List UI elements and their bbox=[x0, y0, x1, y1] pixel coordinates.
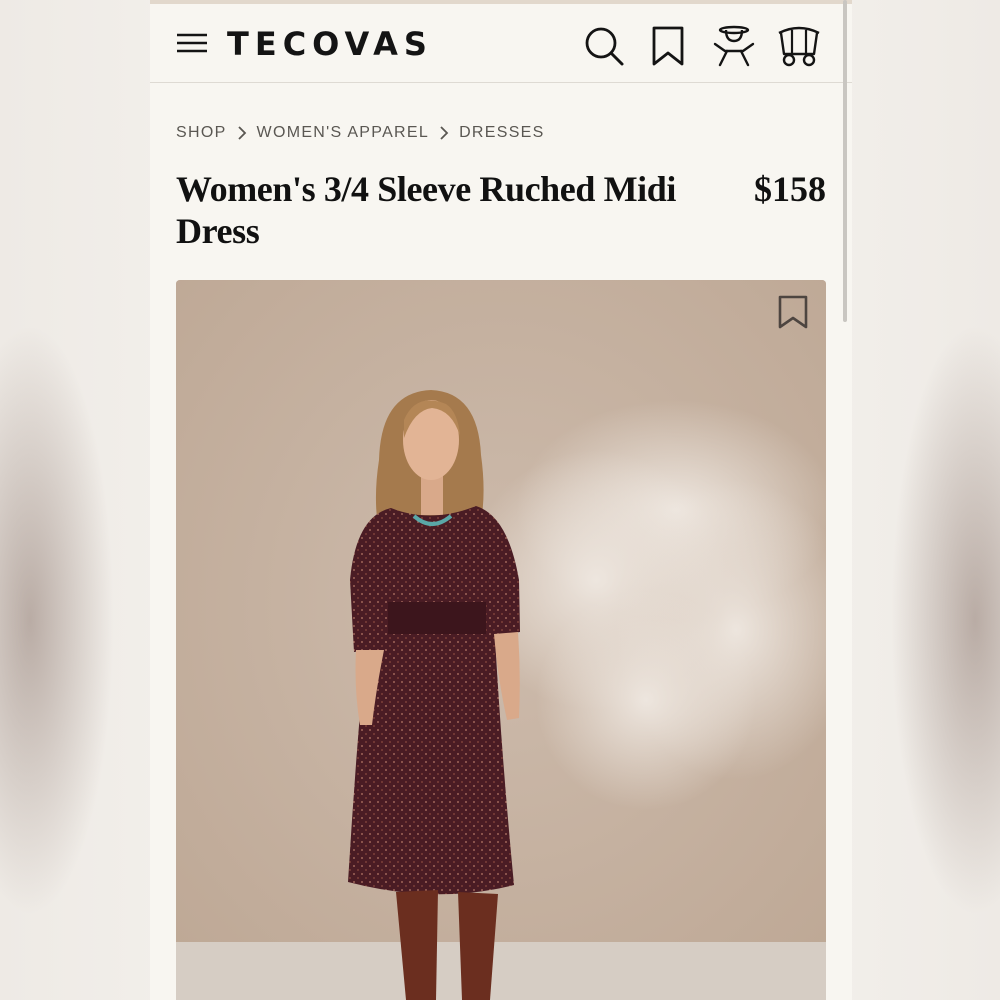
site-header: TECOVAS bbox=[150, 4, 852, 83]
wishlist-bookmark-icon[interactable] bbox=[776, 294, 810, 330]
chevron-right-icon bbox=[439, 126, 449, 140]
cart-wagon-icon[interactable] bbox=[777, 24, 821, 68]
scrollbar[interactable] bbox=[843, 0, 847, 322]
breadcrumb-womens-apparel[interactable]: WOMEN'S APPAREL bbox=[257, 124, 430, 142]
product-price: $158 bbox=[754, 169, 826, 209]
bookmark-icon[interactable] bbox=[647, 24, 691, 68]
breadcrumb-shop[interactable]: SHOP bbox=[176, 124, 227, 142]
product-title: Women's 3/4 Sleeve Ruched Midi Dress bbox=[176, 169, 676, 251]
breadcrumb-dresses[interactable]: DRESSES bbox=[459, 124, 545, 142]
mobile-page: TECOVAS SHOP WOMEN'S APPAREL DRESSES Wom… bbox=[150, 0, 852, 1000]
breadcrumb: SHOP WOMEN'S APPAREL DRESSES bbox=[176, 122, 545, 144]
product-image[interactable] bbox=[176, 280, 826, 1000]
chevron-right-icon bbox=[237, 126, 247, 140]
account-icon[interactable] bbox=[712, 24, 756, 68]
brand-logo[interactable]: TECOVAS bbox=[227, 24, 433, 64]
product-photo bbox=[176, 280, 826, 1000]
menu-icon[interactable] bbox=[176, 32, 208, 54]
search-icon[interactable] bbox=[582, 24, 626, 68]
